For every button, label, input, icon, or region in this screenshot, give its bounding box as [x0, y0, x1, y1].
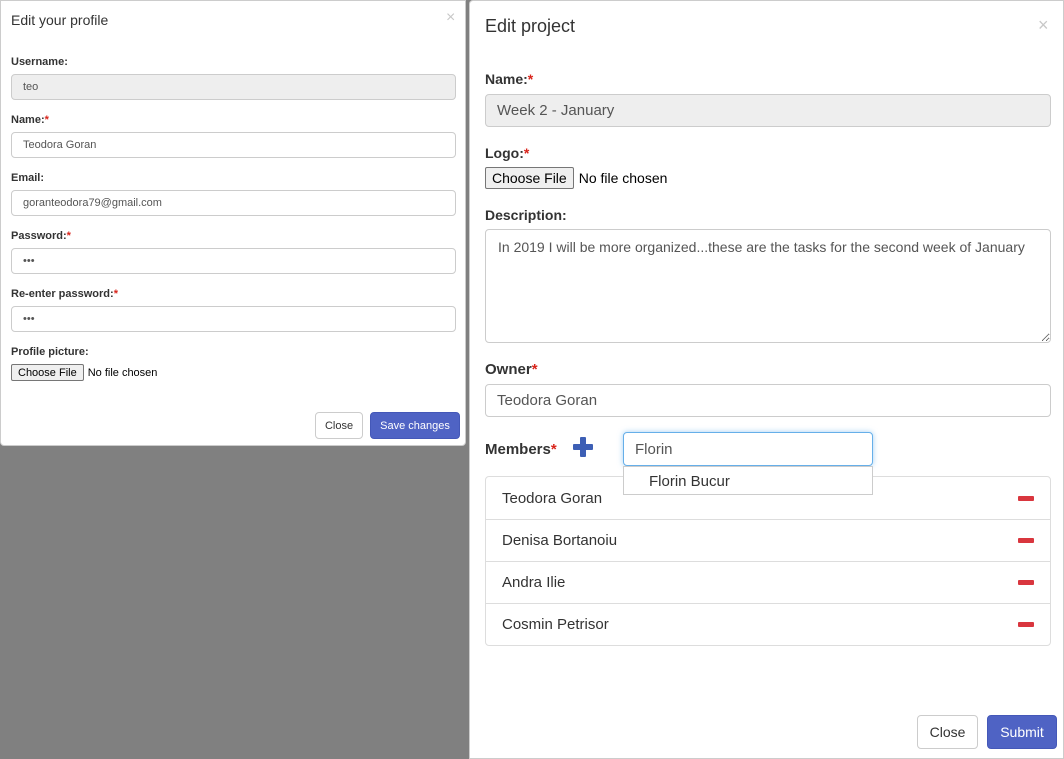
profile-modal-title: Edit your profile	[11, 12, 109, 28]
profile-picture-file-input: Choose File No file chosen	[11, 364, 157, 381]
required-marker: *	[531, 361, 538, 378]
member-name: Teodora Goran	[502, 489, 603, 507]
password-label: Password:*	[11, 230, 71, 242]
required-marker: *	[527, 71, 534, 87]
required-marker: *	[113, 288, 118, 300]
owner-field[interactable]	[485, 384, 1051, 417]
reenter-password-label: Re-enter password:*	[11, 288, 118, 300]
email-label: Email:	[11, 172, 45, 184]
profile-close-button[interactable]: Close	[315, 412, 363, 439]
add-member-plus-icon[interactable]	[573, 437, 593, 457]
members-label: Members*	[485, 441, 557, 458]
username-field[interactable]	[11, 74, 456, 100]
logo-choose-file-button[interactable]: Choose File	[485, 167, 574, 189]
required-marker: *	[66, 230, 71, 242]
username-label: Username:	[11, 56, 68, 68]
required-marker: *	[550, 441, 557, 458]
name-label: Name:*	[11, 114, 49, 126]
profile-picture-label: Profile picture:	[11, 346, 89, 358]
member-name: Cosmin Petrisor	[502, 616, 609, 633]
member-name: Denisa Bortanoiu	[502, 532, 618, 549]
member-name: Andra Ilie	[502, 574, 566, 591]
remove-member-icon[interactable]	[1018, 622, 1034, 627]
member-suggestion-item[interactable]: Florin Bucur	[623, 466, 873, 495]
required-marker: *	[44, 114, 49, 126]
logo-label: Logo:*	[485, 145, 530, 161]
remove-member-icon[interactable]	[1018, 495, 1034, 501]
name-field[interactable]	[11, 132, 456, 158]
owner-label: Owner*	[485, 361, 538, 378]
required-marker: *	[523, 145, 530, 161]
edit-profile-modal: Edit your profile × Username: Name:* Ema…	[0, 0, 466, 446]
member-search-input[interactable]	[623, 432, 873, 466]
project-close-icon[interactable]: ×	[1038, 16, 1049, 34]
description-label: Description:	[485, 207, 567, 223]
logo-file-status: No file chosen	[578, 170, 668, 186]
submit-button[interactable]: Submit	[987, 715, 1057, 749]
project-name-label: Name:*	[485, 71, 534, 87]
email-field[interactable]	[11, 190, 456, 216]
member-row: Cosmin Petrisor	[486, 603, 1050, 645]
edit-project-modal: Edit project × Name:* Logo:* Choose File…	[469, 0, 1064, 759]
remove-member-icon[interactable]	[1018, 538, 1034, 543]
logo-file-input: Choose File No file chosen	[485, 167, 667, 189]
description-textarea[interactable]: In 2019 I will be more organized...these…	[485, 229, 1051, 343]
project-close-button[interactable]: Close	[917, 715, 978, 749]
member-row: Andra Ilie	[486, 561, 1050, 603]
project-modal-title: Edit project	[485, 16, 576, 36]
members-list: Teodora Goran Denisa Bortanoiu Andra Ili…	[485, 476, 1051, 646]
profile-close-icon[interactable]: ×	[446, 10, 455, 26]
save-changes-button[interactable]: Save changes	[370, 412, 460, 439]
profile-file-status: No file chosen	[87, 366, 158, 379]
profile-choose-file-button[interactable]: Choose File	[11, 364, 84, 381]
member-row: Denisa Bortanoiu	[486, 519, 1050, 561]
project-name-field[interactable]	[485, 94, 1051, 127]
remove-member-icon[interactable]	[1018, 580, 1034, 585]
password-field[interactable]	[11, 248, 456, 274]
reenter-password-field[interactable]	[11, 306, 456, 332]
